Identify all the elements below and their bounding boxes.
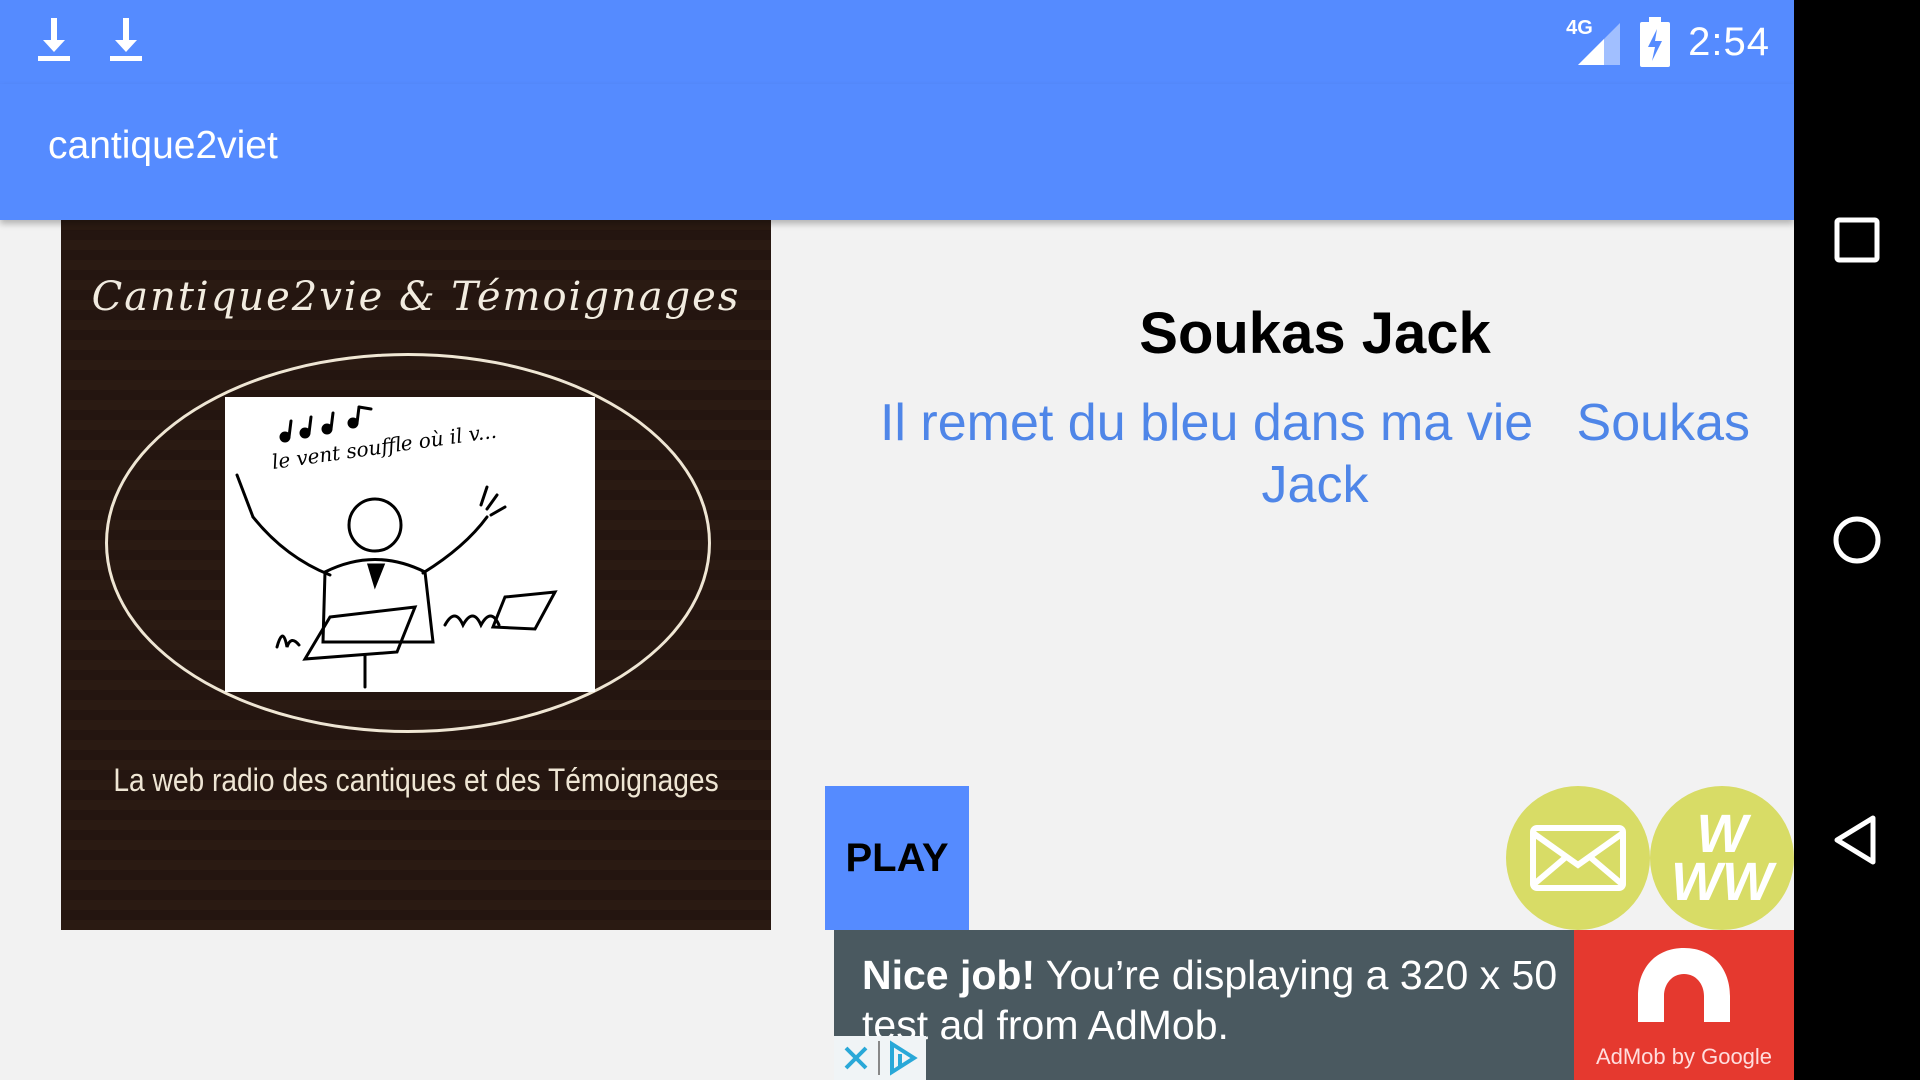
close-icon[interactable] <box>834 1036 878 1080</box>
artist-name: Soukas Jack <box>1139 301 1491 366</box>
ad-banner[interactable]: Nice job! You’re displaying a 320 x 50 t… <box>834 930 1794 1080</box>
www-icon: W WW <box>1671 804 1773 912</box>
nav-bar <box>1794 0 1920 1080</box>
download-icon <box>38 18 70 61</box>
conductor-illustration: le vent souffle où il v... <box>235 405 558 689</box>
album-art-heading: Cantique2vie & Témoignages <box>91 274 741 320</box>
ad-text: Nice job! You’re displaying a 320 x 50 t… <box>862 950 1582 1050</box>
ad-text-bold: Nice job! <box>862 952 1036 998</box>
email-button[interactable] <box>1506 786 1650 930</box>
app-title: cantique2viet <box>48 124 278 167</box>
app-screen: 4G 2:54 cantique2viet Cantique2vie & Tém… <box>0 0 1794 1080</box>
clock: 2:54 <box>1688 19 1770 64</box>
download-icon <box>110 18 142 61</box>
album-art: Cantique2vie & Témoignages le vent souff… <box>61 220 771 930</box>
admob-logo: AdMob by Google <box>1574 930 1794 1080</box>
play-button[interactable]: PLAY <box>825 786 969 930</box>
status-bar: 4G 2:54 <box>0 0 1794 84</box>
status-icons: 4G 2:54 <box>1566 14 1770 70</box>
svg-text:le vent souffle où il v...: le vent souffle où il v... <box>270 419 498 474</box>
envelope-icon <box>1530 825 1626 891</box>
battery-charging-icon <box>1640 17 1671 67</box>
signal-icon: 4G <box>1566 17 1622 67</box>
back-icon[interactable] <box>1827 810 1887 870</box>
conductor-drawing: le vent souffle où il v... <box>225 397 595 692</box>
recents-icon[interactable] <box>1827 210 1887 270</box>
adchoices-icon[interactable] <box>880 1036 924 1080</box>
track-title[interactable]: Il remet du bleu dans ma vie Soukas Jack <box>850 392 1780 516</box>
home-icon[interactable] <box>1827 510 1887 570</box>
ad-choices[interactable] <box>834 1036 926 1080</box>
app-bar: cantique2viet <box>0 84 1794 220</box>
admob-icon <box>1638 948 1730 1022</box>
album-art-caption: La web radio des cantiques et des Témoig… <box>113 762 719 798</box>
website-button[interactable]: W WW <box>1650 786 1794 930</box>
admob-caption: AdMob by Google <box>1595 1044 1773 1069</box>
